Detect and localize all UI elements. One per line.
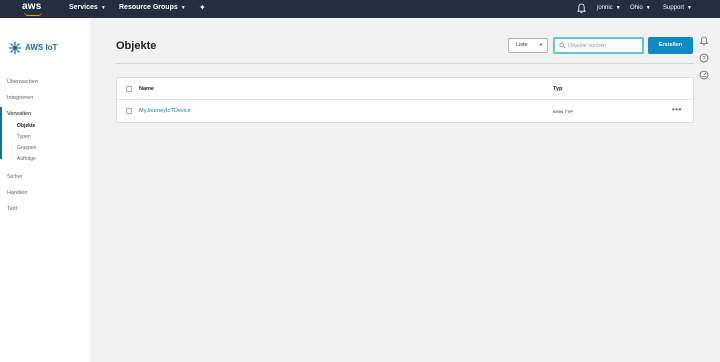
- chevron-down-icon: ▼: [615, 5, 621, 11]
- thing-type: KEIN TYP: [553, 109, 574, 114]
- sidebar-item-integrieren[interactable]: Integrieren: [7, 95, 33, 101]
- aws-logo[interactable]: aws: [22, 1, 50, 17]
- chevron-down-icon: ▼: [180, 5, 186, 11]
- sidebar-item-sicher[interactable]: Sicher: [7, 174, 23, 180]
- gauge-icon[interactable]: [699, 70, 709, 80]
- view-select[interactable]: Liste ▼: [508, 38, 548, 53]
- chevron-down-icon: ▼: [687, 5, 692, 11]
- sidebar: AWS IoT Überwachen Integrieren Verwalten…: [0, 18, 90, 362]
- user-label: jonnic: [597, 5, 613, 11]
- iot-logo-icon: [8, 41, 22, 55]
- pin-icon[interactable]: ✦: [199, 3, 206, 12]
- sidebar-item-handeln[interactable]: Handeln: [7, 190, 28, 196]
- header-divider: [116, 63, 694, 64]
- svg-text:?: ?: [702, 56, 705, 62]
- create-button-label: Erstellen: [658, 42, 683, 48]
- table-header: Name Typ: [117, 78, 693, 100]
- top-nav: aws Services ▼ Resource Groups ▼ ✦ jonnic ▼…: [0, 0, 720, 18]
- page-title: Objekte: [116, 40, 157, 52]
- sidebar-item-ueberwachen[interactable]: Überwachen: [7, 79, 38, 85]
- sidebar-item-verwalten[interactable]: Verwalten: [7, 111, 31, 117]
- search-icon: [559, 42, 566, 49]
- services-label: Services: [69, 4, 98, 11]
- chevron-down-icon: ▼: [100, 5, 106, 11]
- support-label: Support: [663, 5, 685, 11]
- table-row[interactable]: MyJourneyIoTDevice KEIN TYP •••: [117, 100, 693, 123]
- aws-smile-icon: [24, 12, 42, 16]
- region-label: Ohio: [630, 5, 643, 11]
- create-button[interactable]: Erstellen: [648, 37, 693, 54]
- notification-bell-icon[interactable]: [699, 36, 709, 46]
- support-menu[interactable]: Support ▼: [663, 5, 692, 11]
- column-header-name[interactable]: Name: [139, 86, 154, 92]
- chevron-down-icon: ▼: [539, 42, 543, 47]
- row-checkbox[interactable]: [126, 108, 132, 114]
- column-header-type[interactable]: Typ: [553, 86, 562, 92]
- region-menu[interactable]: Ohio ▼: [630, 5, 651, 11]
- view-select-label: Liste: [516, 42, 528, 48]
- sidebar-subitem-typen[interactable]: Typen: [17, 134, 31, 140]
- active-section-indicator: [0, 107, 2, 159]
- sidebar-subitem-auftraege[interactable]: Aufträge: [17, 156, 36, 162]
- select-all-checkbox[interactable]: [126, 86, 132, 92]
- more-actions-icon[interactable]: •••: [672, 105, 682, 114]
- help-icon[interactable]: ?: [699, 53, 709, 63]
- search-box[interactable]: [553, 37, 644, 54]
- brand-label: AWS IoT: [25, 43, 58, 52]
- aws-logo-text: aws: [22, 1, 42, 12]
- search-input[interactable]: [568, 41, 638, 51]
- resource-groups-label: Resource Groups: [119, 4, 178, 11]
- resource-groups-menu[interactable]: Resource Groups ▼: [119, 4, 186, 11]
- bell-icon[interactable]: [577, 3, 586, 14]
- sidebar-item-test[interactable]: Test: [7, 206, 17, 212]
- thing-name-link[interactable]: MyJourneyIoTDevice: [139, 108, 191, 114]
- user-menu[interactable]: jonnic ▼: [597, 5, 621, 11]
- services-menu[interactable]: Services ▼: [69, 4, 106, 11]
- chevron-down-icon: ▼: [645, 5, 651, 11]
- things-table: Name Typ MyJourneyIoTDevice KEIN TYP •••: [116, 77, 694, 123]
- sidebar-subitem-gruppen[interactable]: Gruppen: [17, 145, 36, 151]
- sidebar-subitem-objekte[interactable]: Objekte: [17, 123, 35, 129]
